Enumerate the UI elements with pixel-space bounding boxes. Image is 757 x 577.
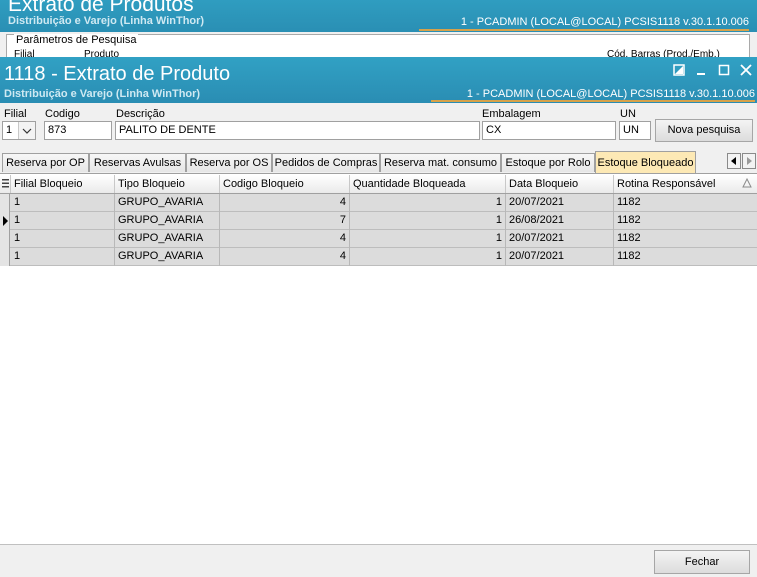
codigo-field[interactable]: 873 [44, 121, 112, 140]
tab-scroll-left-icon[interactable] [727, 153, 741, 169]
window-header: 1118 - Extrato de Produto Distribuição e… [0, 57, 757, 103]
nova-pesquisa-button[interactable]: Nova pesquisa [655, 119, 753, 142]
column-header-quantidade-bloqueada[interactable]: Quantidade Bloqueada [350, 175, 506, 193]
column-header-tipo-bloqueio[interactable]: Tipo Bloqueio [115, 175, 220, 193]
background-params-title: Parâmetros de Pesquisa [14, 34, 139, 46]
background-window-session-info: 1 - PCADMIN (LOCAL@LOCAL) PCSIS1118 v.30… [460, 16, 749, 28]
tab-estoque-bloqueado[interactable]: Estoque Bloqueado [595, 151, 696, 173]
fechar-button[interactable]: Fechar [654, 550, 750, 574]
cell-quantidade-bloqueada[interactable]: 1 [350, 248, 506, 266]
column-header-data-bloqueio[interactable]: Data Bloqueio [506, 175, 614, 193]
grid-header: Filial Bloqueio Tipo Bloqueio Codigo Blo… [0, 175, 757, 194]
row-indicator[interactable] [0, 248, 10, 266]
cell-quantidade-bloqueada[interactable]: 1 [350, 212, 506, 230]
filial-label: Filial [4, 108, 27, 120]
sort-ascending-icon [742, 177, 752, 191]
table-row[interactable]: 1 GRUPO_AVARIA 4 1 20/07/2021 1182 [0, 248, 757, 266]
minimize-icon[interactable] [695, 64, 707, 76]
cell-codigo-bloqueio[interactable]: 4 [220, 194, 350, 212]
cell-filial-bloqueio[interactable]: 1 [11, 230, 115, 248]
codigo-label: Codigo [45, 108, 80, 120]
tab-scroll-right-icon[interactable] [742, 153, 756, 169]
cell-data-bloqueio[interactable]: 26/08/2021 [506, 212, 614, 230]
cell-data-bloqueio[interactable]: 20/07/2021 [506, 248, 614, 266]
embalagem-field[interactable]: CX [482, 121, 616, 140]
session-info-accent-line [431, 100, 755, 102]
cell-rotina-responsavel[interactable]: 1182 [614, 194, 757, 212]
cell-rotina-responsavel[interactable]: 1182 [614, 248, 757, 266]
cell-rotina-responsavel[interactable]: 1182 [614, 230, 757, 248]
cell-quantidade-bloqueada[interactable]: 1 [350, 230, 506, 248]
descricao-label: Descrição [116, 108, 165, 120]
row-indicator[interactable] [0, 230, 10, 248]
background-window-accent-line [419, 29, 749, 31]
row-indicator[interactable] [0, 212, 10, 230]
column-header-filial-bloqueio[interactable]: Filial Bloqueio [11, 175, 115, 193]
tab-estoque-por-rolo[interactable]: Estoque por Rolo [501, 153, 595, 172]
tab-reserva-mat-consumo[interactable]: Reserva mat. consumo [380, 153, 501, 172]
cell-codigo-bloqueio[interactable]: 4 [220, 248, 350, 266]
column-chooser-icon[interactable] [0, 175, 11, 193]
cell-codigo-bloqueio[interactable]: 4 [220, 230, 350, 248]
tab-pedidos-de-compras[interactable]: Pedidos de Compras [272, 153, 380, 172]
un-label: UN [620, 108, 636, 120]
background-window: Extrato de Produtos Distribuição e Varej… [0, 0, 757, 60]
background-window-subtitle: Distribuição e Varejo (Linha WinThor) [8, 15, 205, 27]
restore-icon[interactable] [673, 64, 685, 76]
cell-data-bloqueio[interactable]: 20/07/2021 [506, 230, 614, 248]
cell-tipo-bloqueio[interactable]: GRUPO_AVARIA [115, 194, 220, 212]
embalagem-label: Embalagem [482, 108, 541, 120]
window-subtitle: Distribuição e Varejo (Linha WinThor) [4, 88, 201, 100]
tab-reserva-por-os[interactable]: Reserva por OS [186, 153, 272, 172]
table-row[interactable]: 1 GRUPO_AVARIA 4 1 20/07/2021 1182 [0, 194, 757, 212]
cell-filial-bloqueio[interactable]: 1 [11, 194, 115, 212]
cell-tipo-bloqueio[interactable]: GRUPO_AVARIA [115, 230, 220, 248]
row-indicator[interactable] [0, 194, 10, 212]
tab-reservas-avulsas[interactable]: Reservas Avulsas [89, 153, 186, 172]
table-row[interactable]: 1 GRUPO_AVARIA 7 1 26/08/2021 1182 [0, 212, 757, 230]
descricao-field[interactable]: PALITO DE DENTE [115, 121, 480, 140]
cell-tipo-bloqueio[interactable]: GRUPO_AVARIA [115, 248, 220, 266]
column-header-rotina-responsavel[interactable]: Rotina Responsável [614, 175, 757, 193]
un-field[interactable]: UN [619, 121, 651, 140]
current-row-arrow-icon [3, 216, 8, 226]
window-title: 1118 - Extrato de Produto [4, 63, 231, 85]
cell-rotina-responsavel[interactable]: 1182 [614, 212, 757, 230]
session-info: 1 - PCADMIN (LOCAL@LOCAL) PCSIS1118 v.30… [466, 88, 755, 100]
footer-bar: Fechar [0, 544, 757, 577]
cell-filial-bloqueio[interactable]: 1 [11, 212, 115, 230]
table-row[interactable]: 1 GRUPO_AVARIA 4 1 20/07/2021 1182 [0, 230, 757, 248]
cell-filial-bloqueio[interactable]: 1 [11, 248, 115, 266]
grid-empty-area [0, 266, 757, 544]
cell-tipo-bloqueio[interactable]: GRUPO_AVARIA [115, 212, 220, 230]
estoque-bloqueado-grid: Filial Bloqueio Tipo Bloqueio Codigo Blo… [0, 175, 757, 266]
column-header-codigo-bloqueio[interactable]: Codigo Bloqueio [220, 175, 350, 193]
cell-quantidade-bloqueada[interactable]: 1 [350, 194, 506, 212]
background-window-header: Extrato de Produtos Distribuição e Varej… [0, 0, 757, 32]
filial-value: 1 [6, 124, 13, 136]
maximize-icon[interactable] [718, 64, 730, 76]
search-form: Filial 1 Codigo 873 Descrição PALITO DE … [0, 103, 757, 155]
cell-codigo-bloqueio[interactable]: 7 [220, 212, 350, 230]
filial-select[interactable]: 1 [2, 121, 36, 140]
close-icon[interactable] [740, 64, 752, 76]
chevron-down-icon[interactable] [18, 122, 35, 139]
tab-reserva-por-op[interactable]: Reserva por OP [2, 153, 89, 172]
cell-data-bloqueio[interactable]: 20/07/2021 [506, 194, 614, 212]
